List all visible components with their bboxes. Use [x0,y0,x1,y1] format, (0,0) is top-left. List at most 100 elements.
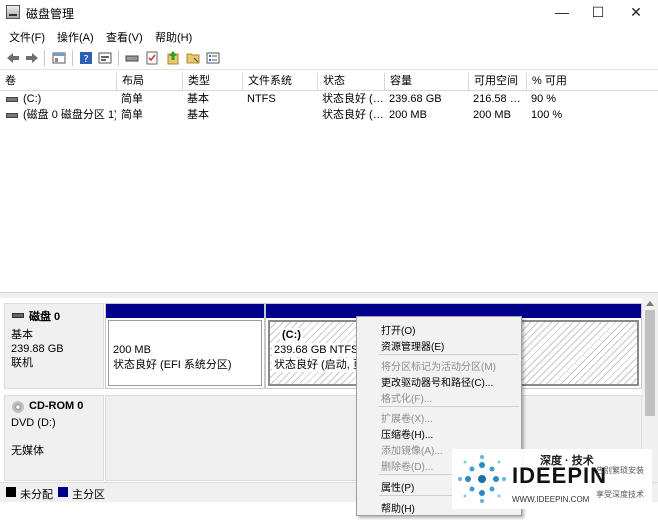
unallocated-swatch [6,487,16,497]
cell-filesystem: NTFS [247,93,276,105]
cdrom-0-size [11,430,97,444]
disk-icon[interactable] [124,50,140,66]
column-layout[interactable]: 布局 [116,73,182,91]
partition-bar [106,304,264,318]
cdrom-0-label[interactable]: CD-ROM 0 DVD (D:) 无媒体 [4,395,104,481]
c-status: 状态良好 (启动, 页 [272,358,366,372]
drive-icon [6,97,18,102]
cell-free-space: 216.58 … [473,93,521,105]
cell-capacity: 200 MB [389,109,427,121]
refresh-icon[interactable] [165,50,181,66]
cell-percent-free: 100 % [531,109,563,121]
disk-0-size: 239.88 GB [11,343,64,355]
disk-0-status: 联机 [11,357,33,369]
menu-bar: 文件(F) 操作(A) 查看(V) 帮助(H) [0,26,658,46]
svg-text:?: ? [83,54,88,65]
menu-item-add-mirror: 添加镜像(A)... [381,446,443,457]
menu-help[interactable]: 帮助(H) [155,29,192,45]
list-icon[interactable] [205,50,221,66]
cell-filesystem [242,108,317,124]
cell-layout: 简单 [121,109,143,121]
toolbar-separator [118,50,119,66]
cell-type: 基本 [187,109,209,121]
column-filesystem[interactable]: 文件系统 [242,73,317,91]
column-volume[interactable]: 卷 [0,73,116,91]
watermark-url: WWW.IDEEPIN.COM [512,495,590,504]
cell-layout: 简单 [121,93,143,105]
disk-management-icon [6,5,20,19]
partition-efi[interactable]: 200 MB 状态良好 (EFI 系统分区) [105,303,265,389]
volume-list-empty-area [0,123,658,294]
console-icon[interactable] [51,50,67,66]
watermark-tagline-1: 告别繁琐安装 [596,466,644,475]
check-icon[interactable] [144,50,160,66]
cell-status: 状态良好 (… [322,93,384,105]
cdrom-0-name: CD-ROM 0 [29,400,84,412]
close-button[interactable]: ✕ [618,0,654,24]
back-icon[interactable] [5,50,21,66]
column-capacity[interactable]: 容量 [384,73,468,91]
legend-unallocated: 未分配 [20,489,53,501]
title-bar: 磁盘管理 — ☐ ✕ [0,0,658,26]
disk-0-type: 基本 [11,329,33,341]
cell-volume: (C:) [23,93,42,105]
cell-capacity: 239.68 GB [389,93,442,105]
menu-item-explorer[interactable]: 资源管理器(E) [381,338,444,353]
cdrom-0-type: DVD (D:) [11,417,56,429]
c-size: 239.68 GB NTFS [272,343,361,357]
menu-separator [379,406,519,407]
menu-action[interactable]: 操作(A) [57,29,94,45]
column-percent-free[interactable]: % 可用 [526,73,658,91]
column-status[interactable]: 状态 [317,73,384,91]
cell-status: 状态良好 (… [322,109,384,121]
toolbar: ? [0,46,658,70]
efi-size: 200 MB [113,344,151,356]
menu-view[interactable]: 查看(V) [106,29,143,45]
folder-icon[interactable] [185,50,201,66]
disk-0-name: 磁盘 0 [29,311,61,323]
primary-partition-swatch [58,487,68,497]
help-icon[interactable]: ? [78,50,94,66]
c-name: (C:) [280,328,303,342]
scroll-up-icon[interactable] [646,301,654,306]
menu-item-change-drive-letter[interactable]: 更改驱动器号和路径(C)... [381,374,493,389]
menu-file[interactable]: 文件(F) [9,29,45,45]
menu-item-shrink[interactable]: 压缩卷(H)... [381,426,433,441]
menu-item-delete: 删除卷(D)... [381,462,434,473]
column-type[interactable]: 类型 [182,73,242,91]
forward-icon[interactable] [24,50,40,66]
menu-item-help[interactable]: 帮助(H) [381,500,415,515]
watermark-tagline-2: 享受深度技术 [596,490,644,499]
toolbar-separator [44,50,45,66]
properties-icon[interactable] [97,50,113,66]
legend-primary: 主分区 [72,489,105,501]
watermark-brand: IDEEPIN [512,463,608,488]
cell-free-space: 200 MB [473,109,511,121]
menu-item-mark-active: 将分区标记为活动分区(M) [381,362,496,373]
cdrom-0-status: 无媒体 [11,445,44,457]
cd-icon [12,401,24,413]
maximize-button[interactable]: ☐ [580,0,616,24]
cell-volume: (磁盘 0 磁盘分区 1) [23,109,116,121]
scroll-thumb[interactable] [645,310,655,416]
cell-percent-free: 90 % [531,93,557,105]
column-free-space[interactable]: 可用空间 [468,73,526,91]
watermark: 深度 · 技术 IDEEPIN WWW.IDEEPIN.COM 告别繁琐安装 享… [452,449,652,509]
table-row[interactable]: (C:) 简单 基本 NTFS 状态良好 (… 239.68 GB 216.58… [0,92,658,108]
menu-item-open[interactable]: 打开(O) [381,322,415,337]
table-row[interactable]: (磁盘 0 磁盘分区 1) 简单 基本 状态良好 (… 200 MB 200 M… [0,108,658,124]
disk-icon [12,313,24,318]
volume-table-header: 卷 布局 类型 文件系统 状态 容量 可用空间 % 可用 [0,73,658,91]
menu-item-properties[interactable]: 属性(P) [381,479,414,494]
disk-0-label[interactable]: 磁盘 0 基本 239.88 GB 联机 [4,303,104,389]
minimize-button[interactable]: — [544,0,580,24]
drive-icon [6,113,18,118]
ideepin-logo-icon [458,455,506,503]
menu-item-extend: 扩展卷(X)... [381,414,433,425]
efi-status: 状态良好 (EFI 系统分区) [113,359,232,371]
toolbar-separator [72,50,73,66]
menu-item-format: 格式化(F)... [381,394,433,405]
cell-type: 基本 [187,93,209,105]
window-title: 磁盘管理 [26,7,75,21]
menu-separator [379,354,519,355]
